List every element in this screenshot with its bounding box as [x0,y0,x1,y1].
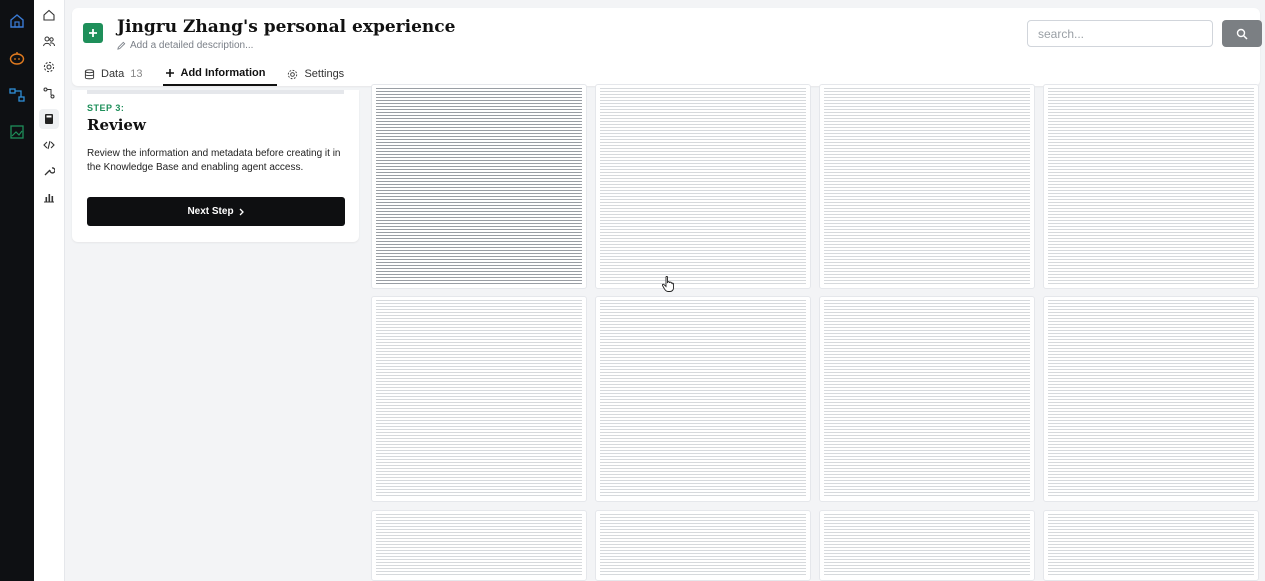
flow-icon[interactable] [39,83,59,103]
document-page-preview[interactable] [371,84,587,289]
document-page-preview[interactable] [595,84,811,289]
panel-top-band [87,90,344,94]
hand-cursor-icon [662,276,674,292]
tab-data-count: 13 [130,68,143,80]
pumpkin-icon[interactable] [7,48,27,68]
description-placeholder: Add a detailed description... [130,40,254,51]
document-page-preview[interactable] [1043,510,1259,581]
search-icon [1236,28,1248,40]
database-icon [84,68,95,79]
document-page-preview[interactable] [1043,296,1259,502]
tab-add-information[interactable]: Add Information [162,62,278,86]
tab-settings-label: Settings [304,68,345,80]
tab-bar: Data 13 Add Information Settings [82,62,364,86]
chart-icon[interactable] [39,187,59,207]
search-button[interactable] [1222,20,1262,47]
document-page-preview[interactable] [819,296,1035,502]
step-label: STEP 3: [87,103,125,113]
image-icon[interactable] [7,122,27,142]
document-page-preview[interactable] [595,296,811,502]
chevron-right-icon [239,208,244,215]
tab-add-information-label: Add Information [180,67,266,79]
document-page-preview[interactable] [819,510,1035,581]
wrench-icon[interactable] [39,161,59,181]
home-icon[interactable] [39,5,59,25]
step-description: Review the information and metadata befo… [87,148,341,173]
home-outline-icon[interactable] [7,11,27,31]
gear-icon[interactable] [39,57,59,77]
main-area: Jingru Zhang's personal experience Add a… [64,0,1265,581]
pencil-icon [117,41,126,50]
plus-icon [165,69,174,77]
step-panel: STEP 3: Review Review the information an… [72,90,359,242]
description-edit[interactable]: Add a detailed description... [117,40,253,51]
code-icon[interactable] [39,135,59,155]
document-page-preview[interactable] [371,296,587,502]
tab-data[interactable]: Data 13 [82,62,155,86]
tab-data-label: Data [101,68,125,80]
search-input[interactable] [1027,20,1213,47]
knowledge-base-header: Jingru Zhang's personal experience Add a… [72,8,1262,86]
gear-icon [288,69,298,79]
app-rail [0,0,34,581]
document-page-preview[interactable] [819,84,1035,289]
next-step-button[interactable]: Next Step [87,197,345,226]
document-page-preview[interactable] [371,510,587,581]
users-icon[interactable] [39,31,59,51]
knowledge-base-logo-icon [83,23,103,43]
next-step-label: Next Step [187,206,234,217]
step-title: Review [87,116,146,134]
side-nav [34,0,65,581]
workflow-icon[interactable] [7,85,27,105]
document-page-preview[interactable] [595,510,811,581]
tab-settings[interactable]: Settings [285,62,356,86]
book-icon[interactable] [39,109,59,129]
document-page-preview[interactable] [1043,84,1259,289]
page-title: Jingru Zhang's personal experience [117,17,456,37]
